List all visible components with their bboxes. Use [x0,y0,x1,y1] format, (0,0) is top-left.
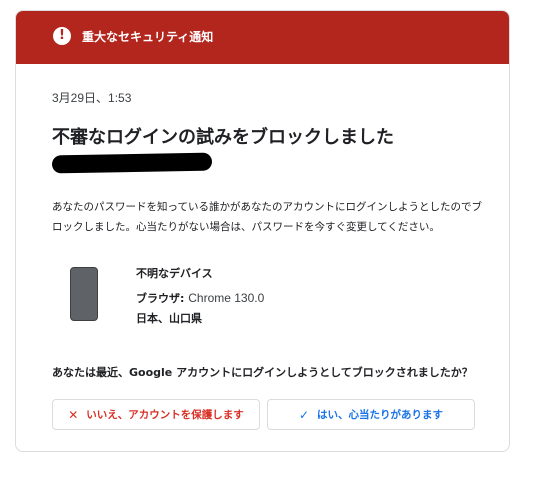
secure-account-button[interactable]: ✕ いいえ、アカウントを保護します [52,399,260,430]
banner-title: 重大なセキュリティ通知 [82,30,214,44]
redacted-account-email [51,152,213,174]
alert-icon: ! [53,27,71,45]
notice-heading: 不審なログインの試みをブロックしました [52,127,394,148]
browser-value: Chrome 130.0 [188,291,265,305]
security-notice-card: ! 重大なセキュリティ通知 3月29日、1:53 不審なログインの試みをブロック… [15,10,510,452]
phone-icon [70,267,98,321]
device-name: 不明なデバイス [136,267,213,280]
check-icon: ✓ [298,407,310,422]
alert-banner: ! 重大なセキュリティ通知 [16,11,509,64]
notice-description: あなたのパスワードを知っている誰かがあなたのアカウントにログインしようとしたので… [52,201,482,233]
confirmation-question: あなたは最近、Google アカウントにログインしようとしてブロックされましたか… [52,366,473,379]
device-browser: ブラウザ: Chrome 130.0 [136,290,264,306]
secure-account-label: いいえ、アカウントを保護します [86,409,244,421]
x-icon: ✕ [68,407,79,422]
confirm-activity-label: はい、心当たりがあります [317,409,444,421]
device-location: 日本、山口県 [136,312,202,325]
confirm-activity-button[interactable]: ✓ はい、心当たりがあります [267,399,475,430]
browser-label: ブラウザ: [136,292,189,305]
notice-date: 3月29日、1:53 [52,91,132,105]
